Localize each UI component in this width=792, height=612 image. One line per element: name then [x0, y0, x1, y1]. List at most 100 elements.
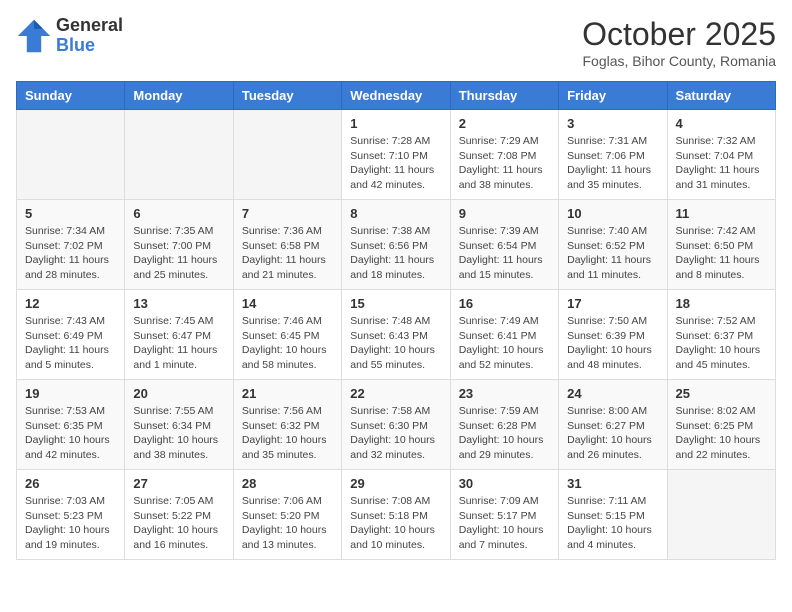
day-info: Sunrise: 7:31 AM Sunset: 7:06 PM Dayligh… [567, 134, 658, 193]
day-number: 4 [676, 116, 767, 131]
day-info: Sunrise: 7:35 AM Sunset: 7:00 PM Dayligh… [133, 224, 224, 283]
day-info: Sunrise: 7:46 AM Sunset: 6:45 PM Dayligh… [242, 314, 333, 373]
logo: General Blue [16, 16, 123, 56]
day-info: Sunrise: 8:02 AM Sunset: 6:25 PM Dayligh… [676, 404, 767, 463]
day-number: 21 [242, 386, 333, 401]
day-number: 15 [350, 296, 441, 311]
week-row-4: 19Sunrise: 7:53 AM Sunset: 6:35 PM Dayli… [17, 380, 776, 470]
day-info: Sunrise: 7:03 AM Sunset: 5:23 PM Dayligh… [25, 494, 116, 553]
calendar-cell [125, 110, 233, 200]
calendar-table: SundayMondayTuesdayWednesdayThursdayFrid… [16, 81, 776, 560]
calendar-cell: 13Sunrise: 7:45 AM Sunset: 6:47 PM Dayli… [125, 290, 233, 380]
day-info: Sunrise: 7:29 AM Sunset: 7:08 PM Dayligh… [459, 134, 550, 193]
calendar-cell: 18 Sunrise: 7:52 AM Sunset: 6:37 PM Dayli… [667, 290, 775, 380]
day-info: Sunrise: 7:59 AM Sunset: 6:28 PM Dayligh… [459, 404, 550, 463]
day-number: 18 [676, 296, 767, 311]
calendar-cell: 14 Sunrise: 7:46 AM Sunset: 6:45 PM Dayli… [233, 290, 341, 380]
day-info: Sunrise: 7:28 AM Sunset: 7:10 PM Dayligh… [350, 134, 441, 193]
day-number: 24 [567, 386, 658, 401]
calendar-cell: 29 Sunrise: 7:08 AM Sunset: 5:18 PM Dayli… [342, 470, 450, 560]
day-info: Sunrise: 7:06 AM Sunset: 5:20 PM Dayligh… [242, 494, 333, 553]
weekday-header-tuesday: Tuesday [233, 82, 341, 110]
calendar-cell: 27 Sunrise: 7:05 AM Sunset: 5:22 PM Dayli… [125, 470, 233, 560]
day-number: 16 [459, 296, 550, 311]
week-row-3: 12 Sunrise: 7:43 AM Sunset: 6:49 PM Dayli… [17, 290, 776, 380]
day-number: 8 [350, 206, 441, 221]
week-row-5: 26 Sunrise: 7:03 AM Sunset: 5:23 PM Dayli… [17, 470, 776, 560]
calendar-cell: 28 Sunrise: 7:06 AM Sunset: 5:20 PM Dayli… [233, 470, 341, 560]
day-info: Sunrise: 8:00 AM Sunset: 6:27 PM Dayligh… [567, 404, 658, 463]
weekday-header-friday: Friday [559, 82, 667, 110]
day-info: Sunrise: 7:08 AM Sunset: 5:18 PM Dayligh… [350, 494, 441, 553]
day-number: 25 [676, 386, 767, 401]
day-info: Sunrise: 7:34 AM Sunset: 7:02 PM Dayligh… [25, 224, 116, 283]
day-info: Sunrise: 7:09 AM Sunset: 5:17 PM Dayligh… [459, 494, 550, 553]
day-number: 27 [133, 476, 224, 491]
calendar-cell [667, 470, 775, 560]
day-info: Sunrise: 7:52 AM Sunset: 6:37 PM Dayligh… [676, 314, 767, 373]
location-title: Foglas, Bihor County, Romania [582, 53, 776, 69]
weekday-header-sunday: Sunday [17, 82, 125, 110]
day-number: 7 [242, 206, 333, 221]
calendar-cell: 26 Sunrise: 7:03 AM Sunset: 5:23 PM Dayli… [17, 470, 125, 560]
calendar-cell: 12 Sunrise: 7:43 AM Sunset: 6:49 PM Dayli… [17, 290, 125, 380]
title-section: October 2025 Foglas, Bihor County, Roman… [582, 16, 776, 69]
day-number: 10 [567, 206, 658, 221]
day-number: 6 [133, 206, 224, 221]
day-number: 22 [350, 386, 441, 401]
weekday-header-row: SundayMondayTuesdayWednesdayThursdayFrid… [17, 82, 776, 110]
calendar-cell: 19Sunrise: 7:53 AM Sunset: 6:35 PM Dayli… [17, 380, 125, 470]
day-info: Sunrise: 7:55 AM Sunset: 6:34 PM Dayligh… [133, 404, 224, 463]
week-row-2: 5 Sunrise: 7:34 AM Sunset: 7:02 PM Daylig… [17, 200, 776, 290]
calendar-cell: 17 Sunrise: 7:50 AM Sunset: 6:39 PM Dayli… [559, 290, 667, 380]
calendar-cell: 15Sunrise: 7:48 AM Sunset: 6:43 PM Dayli… [342, 290, 450, 380]
day-number: 3 [567, 116, 658, 131]
day-number: 17 [567, 296, 658, 311]
day-info: Sunrise: 7:49 AM Sunset: 6:41 PM Dayligh… [459, 314, 550, 373]
calendar-cell: 8 Sunrise: 7:38 AM Sunset: 6:56 PM Daylig… [342, 200, 450, 290]
calendar-cell: 2Sunrise: 7:29 AM Sunset: 7:08 PM Daylig… [450, 110, 558, 200]
day-number: 26 [25, 476, 116, 491]
day-number: 31 [567, 476, 658, 491]
day-number: 28 [242, 476, 333, 491]
calendar-cell: 5 Sunrise: 7:34 AM Sunset: 7:02 PM Daylig… [17, 200, 125, 290]
weekday-header-saturday: Saturday [667, 82, 775, 110]
day-info: Sunrise: 7:45 AM Sunset: 6:47 PM Dayligh… [133, 314, 224, 373]
day-number: 9 [459, 206, 550, 221]
day-info: Sunrise: 7:42 AM Sunset: 6:50 PM Dayligh… [676, 224, 767, 283]
day-number: 14 [242, 296, 333, 311]
calendar-cell: 9Sunrise: 7:39 AM Sunset: 6:54 PM Daylig… [450, 200, 558, 290]
weekday-header-wednesday: Wednesday [342, 82, 450, 110]
day-info: Sunrise: 7:43 AM Sunset: 6:49 PM Dayligh… [25, 314, 116, 373]
calendar-cell: 23 Sunrise: 7:59 AM Sunset: 6:28 PM Dayli… [450, 380, 558, 470]
calendar-cell: 11 Sunrise: 7:42 AM Sunset: 6:50 PM Dayli… [667, 200, 775, 290]
day-number: 11 [676, 206, 767, 221]
day-info: Sunrise: 7:38 AM Sunset: 6:56 PM Dayligh… [350, 224, 441, 283]
day-number: 12 [25, 296, 116, 311]
calendar-cell: 1Sunrise: 7:28 AM Sunset: 7:10 PM Daylig… [342, 110, 450, 200]
calendar-cell: 25 Sunrise: 8:02 AM Sunset: 6:25 PM Dayli… [667, 380, 775, 470]
day-info: Sunrise: 7:50 AM Sunset: 6:39 PM Dayligh… [567, 314, 658, 373]
calendar-cell: 20Sunrise: 7:55 AM Sunset: 6:34 PM Dayli… [125, 380, 233, 470]
logo-blue-text: Blue [56, 36, 123, 56]
calendar-cell: 7Sunrise: 7:36 AM Sunset: 6:58 PM Daylig… [233, 200, 341, 290]
calendar-cell: 10Sunrise: 7:40 AM Sunset: 6:52 PM Dayli… [559, 200, 667, 290]
day-number: 23 [459, 386, 550, 401]
day-info: Sunrise: 7:11 AM Sunset: 5:15 PM Dayligh… [567, 494, 658, 553]
day-number: 19 [25, 386, 116, 401]
day-number: 29 [350, 476, 441, 491]
calendar-cell: 21 Sunrise: 7:56 AM Sunset: 6:32 PM Dayli… [233, 380, 341, 470]
day-number: 30 [459, 476, 550, 491]
calendar-cell: 6 Sunrise: 7:35 AM Sunset: 7:00 PM Daylig… [125, 200, 233, 290]
calendar-cell [17, 110, 125, 200]
calendar-cell: 31 Sunrise: 7:11 AM Sunset: 5:15 PM Dayli… [559, 470, 667, 560]
day-info: Sunrise: 7:05 AM Sunset: 5:22 PM Dayligh… [133, 494, 224, 553]
logo-icon [16, 18, 52, 54]
weekday-header-thursday: Thursday [450, 82, 558, 110]
week-row-1: 1Sunrise: 7:28 AM Sunset: 7:10 PM Daylig… [17, 110, 776, 200]
weekday-header-monday: Monday [125, 82, 233, 110]
calendar-cell: 24 Sunrise: 8:00 AM Sunset: 6:27 PM Dayli… [559, 380, 667, 470]
day-number: 5 [25, 206, 116, 221]
day-info: Sunrise: 7:56 AM Sunset: 6:32 PM Dayligh… [242, 404, 333, 463]
month-title: October 2025 [582, 16, 776, 53]
